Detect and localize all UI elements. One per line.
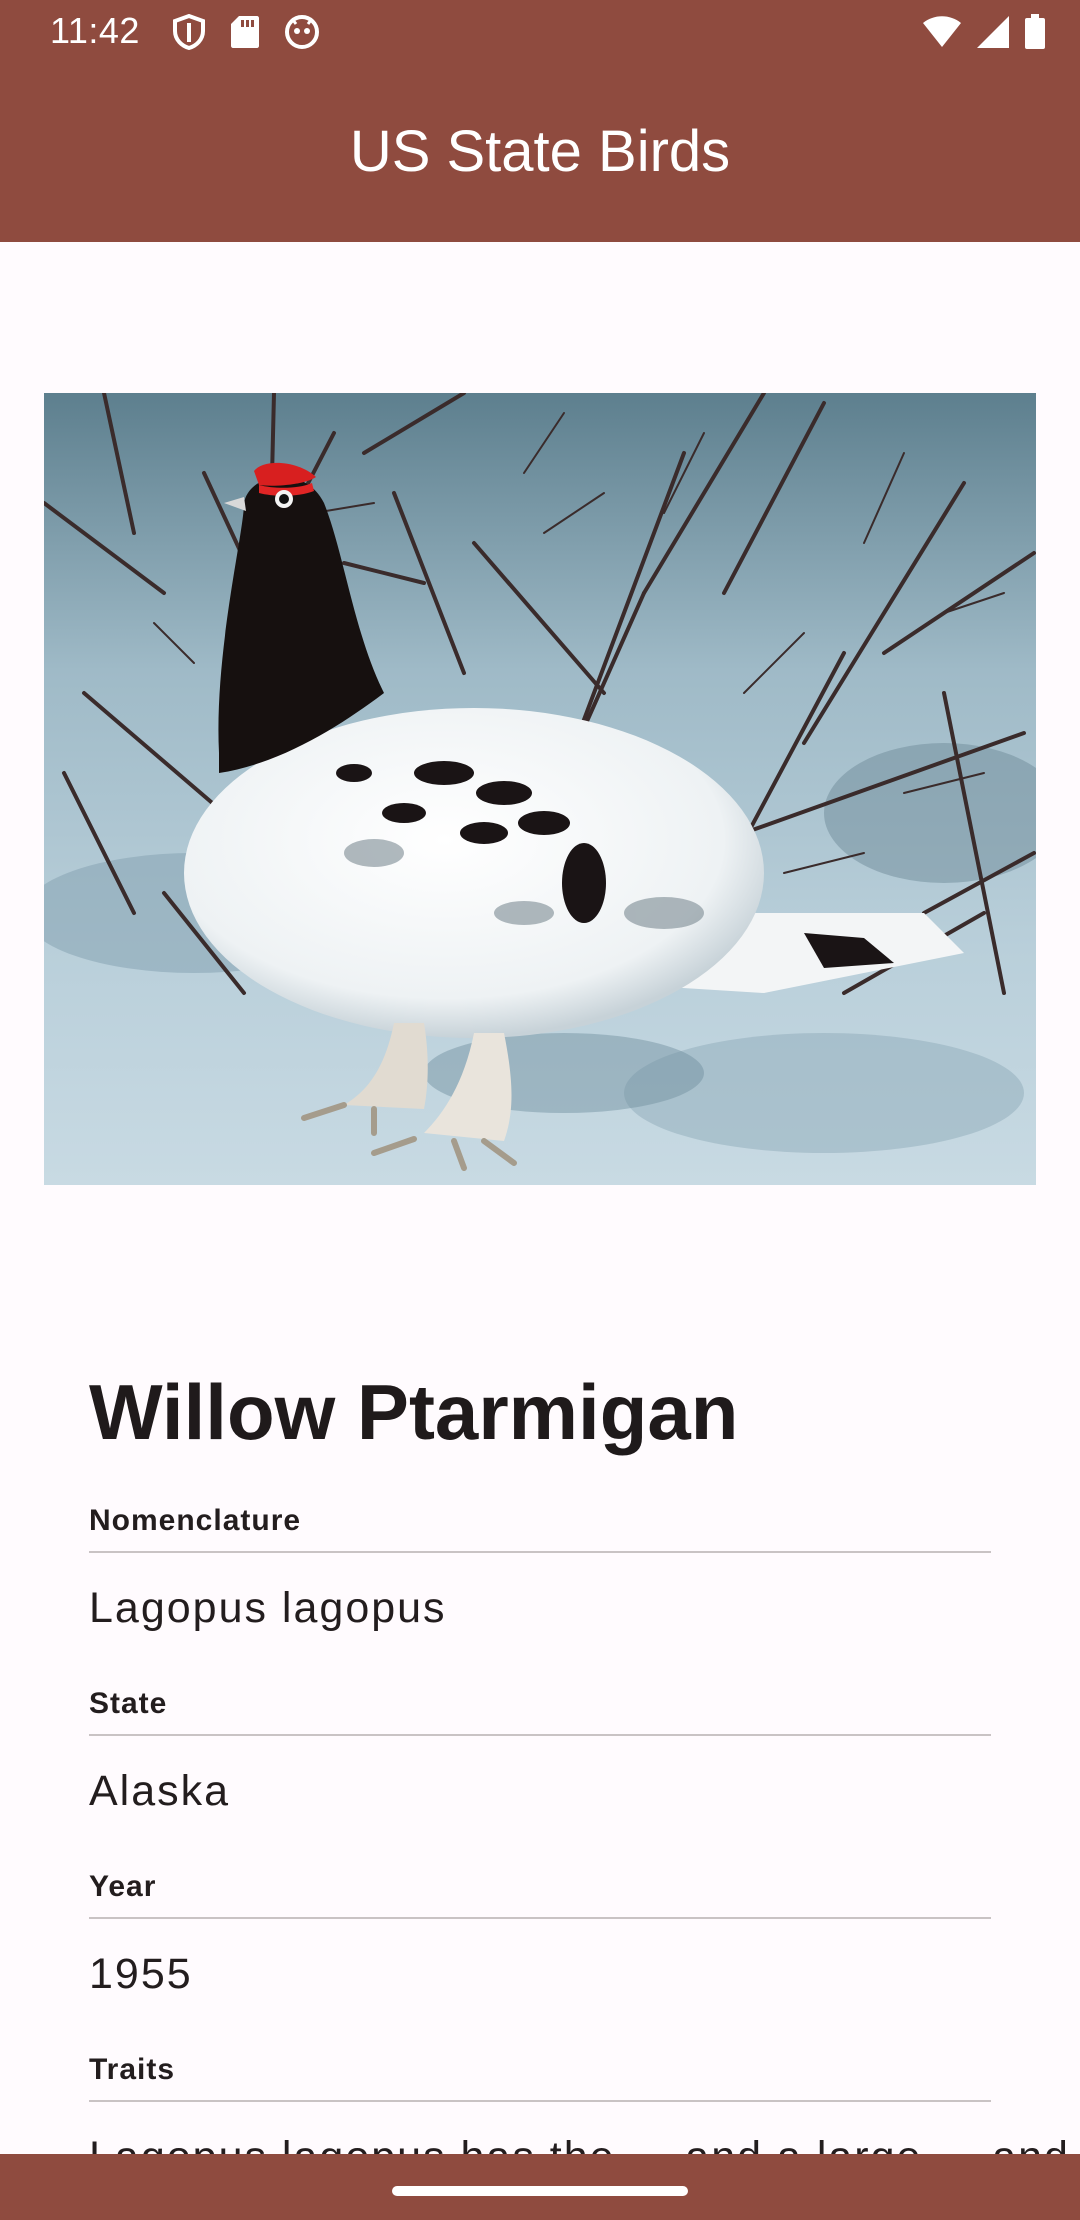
divider <box>89 1734 991 1736</box>
bird-detail-content[interactable]: Willow Ptarmigan Nomenclature Lagopus la… <box>0 242 1080 2154</box>
status-icons-right <box>922 14 1046 50</box>
field-label-state: State <box>89 1687 168 1720</box>
home-gesture-handle[interactable] <box>392 2186 688 2196</box>
divider <box>89 1551 991 1553</box>
field-label-year: Year <box>89 1870 157 1903</box>
cell-signal-icon <box>976 15 1010 49</box>
field-value-traits: Lagopus lagopus has the ... and a large … <box>89 2133 1080 2154</box>
field-year: Year 1955 <box>89 1870 991 1998</box>
bird-name: Willow Ptarmigan <box>89 1368 739 1456</box>
field-label-traits: Traits <box>89 2053 176 2086</box>
shield-icon <box>172 14 206 50</box>
field-value-state: Alaska <box>89 1767 231 1815</box>
robot-face-icon <box>284 14 320 50</box>
field-label-nomenclature: Nomenclature <box>89 1504 302 1537</box>
navigation-bar <box>0 2154 1080 2220</box>
field-traits: Traits Lagopus lagopus has the ... and a… <box>89 2053 1080 2154</box>
status-bar: 11:42 <box>0 0 1080 66</box>
battery-icon <box>1024 14 1046 50</box>
wifi-icon <box>922 15 962 49</box>
field-nomenclature: Nomenclature Lagopus lagopus <box>89 1504 991 1632</box>
field-value-nomenclature: Lagopus lagopus <box>89 1584 447 1632</box>
field-value-year: 1955 <box>89 1950 193 1998</box>
app-title: US State Birds <box>349 119 731 184</box>
screen: 11:42 US State Birds Willow Ptarmigan No… <box>0 0 1080 2220</box>
divider <box>89 1917 991 1919</box>
status-icons-left <box>172 14 320 50</box>
sd-card-icon <box>230 14 260 50</box>
bird-photo <box>44 393 1036 1185</box>
divider <box>89 2100 991 2102</box>
field-state: State Alaska <box>89 1687 991 1815</box>
app-bar: 11:42 US State Birds <box>0 0 1080 242</box>
status-time: 11:42 <box>50 10 140 51</box>
